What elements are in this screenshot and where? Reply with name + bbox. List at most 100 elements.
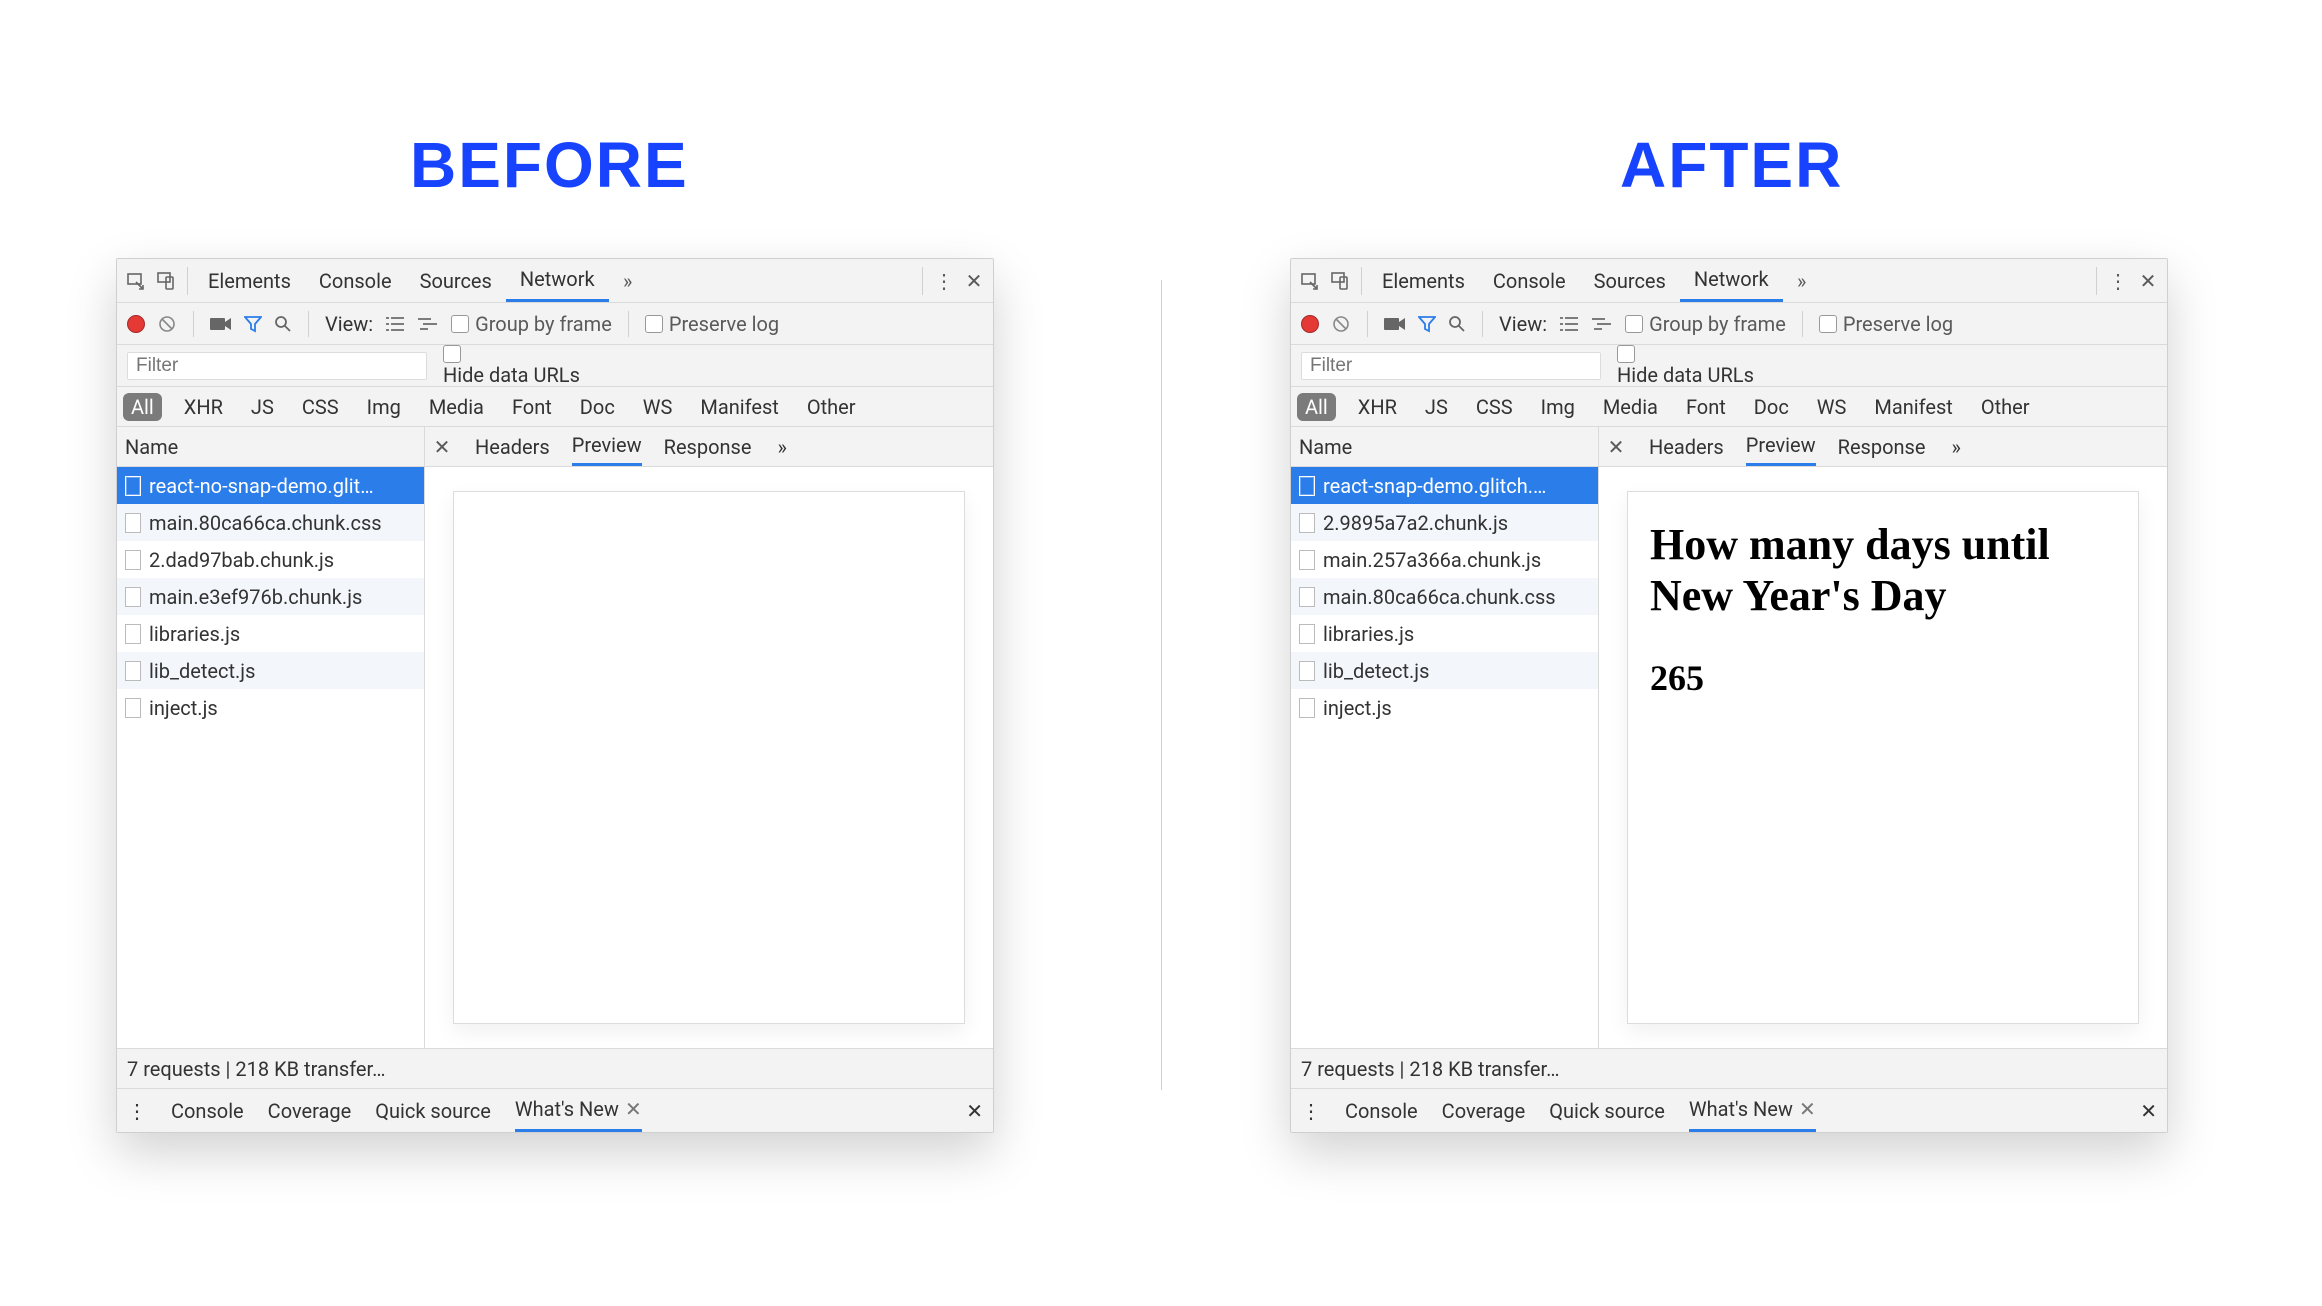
search-icon[interactable] (274, 315, 292, 333)
filter-input[interactable] (127, 352, 427, 380)
chip-other[interactable]: Other (1975, 393, 2036, 421)
group-by-frame-checkbox[interactable]: Group by frame (451, 312, 612, 336)
preserve-log-checkbox[interactable]: Preserve log (645, 312, 779, 336)
request-row[interactable]: react-snap-demo.glitch.… (1291, 467, 1598, 504)
tab-sources[interactable]: Sources (1580, 259, 1680, 302)
detail-tab-headers[interactable]: Headers (475, 427, 550, 466)
inspect-icon[interactable] (121, 266, 151, 296)
request-row[interactable]: libraries.js (117, 615, 424, 652)
tab-network[interactable]: Network (506, 259, 609, 302)
request-row[interactable]: lib_detect.js (1291, 652, 1598, 689)
request-list[interactable]: react-snap-demo.glitch.… 2.9895a7a2.chun… (1291, 467, 1599, 1048)
name-column-header[interactable]: Name (117, 427, 425, 466)
chip-ws[interactable]: WS (637, 393, 679, 421)
request-row[interactable]: main.e3ef976b.chunk.js (117, 578, 424, 615)
chip-css[interactable]: CSS (1470, 393, 1519, 421)
close-devtools-icon[interactable]: ✕ (959, 266, 989, 296)
filter-input[interactable] (1301, 352, 1601, 380)
request-row[interactable]: lib_detect.js (117, 652, 424, 689)
request-row[interactable]: main.257a366a.chunk.js (1291, 541, 1598, 578)
request-row[interactable]: 2.dad97bab.chunk.js (117, 541, 424, 578)
chip-all[interactable]: All (123, 393, 162, 421)
chip-js[interactable]: JS (1419, 393, 1454, 421)
drawer-tab-coverage[interactable]: Coverage (1442, 1089, 1526, 1132)
detail-tabs-overflow-icon[interactable]: » (1952, 435, 1961, 459)
request-row[interactable]: inject.js (1291, 689, 1598, 726)
chip-css[interactable]: CSS (296, 393, 345, 421)
hide-data-urls-checkbox[interactable]: Hide data URLs (443, 345, 580, 387)
detail-tab-response[interactable]: Response (664, 427, 752, 466)
clear-icon[interactable] (1331, 314, 1351, 334)
inspect-icon[interactable] (1295, 266, 1325, 296)
record-button[interactable] (127, 315, 145, 333)
chip-img[interactable]: Img (1535, 393, 1581, 421)
waterfall-icon[interactable] (1591, 316, 1613, 332)
name-column-header[interactable]: Name (1291, 427, 1599, 466)
large-rows-icon[interactable] (1559, 316, 1579, 332)
drawer-menu-icon[interactable]: ⋮ (127, 1099, 147, 1123)
device-toggle-icon[interactable] (1325, 266, 1355, 296)
close-icon[interactable]: ✕ (625, 1097, 642, 1121)
filter-funnel-icon[interactable] (1418, 315, 1436, 333)
filter-funnel-icon[interactable] (244, 315, 262, 333)
request-row[interactable]: 2.9895a7a2.chunk.js (1291, 504, 1598, 541)
tab-elements[interactable]: Elements (1368, 259, 1479, 302)
drawer-tab-console[interactable]: Console (1345, 1089, 1418, 1132)
detail-tab-response[interactable]: Response (1838, 427, 1926, 466)
detail-tab-headers[interactable]: Headers (1649, 427, 1724, 466)
tabs-overflow-icon[interactable]: » (1787, 266, 1817, 296)
drawer-tab-console[interactable]: Console (171, 1089, 244, 1132)
chip-all[interactable]: All (1297, 393, 1336, 421)
detail-tab-preview[interactable]: Preview (1746, 427, 1816, 466)
chip-xhr[interactable]: XHR (178, 393, 229, 421)
drawer-menu-icon[interactable]: ⋮ (1301, 1099, 1321, 1123)
chip-img[interactable]: Img (361, 393, 407, 421)
group-by-frame-checkbox[interactable]: Group by frame (1625, 312, 1786, 336)
chip-font[interactable]: Font (1680, 393, 1732, 421)
chip-manifest[interactable]: Manifest (694, 393, 784, 421)
preserve-log-checkbox[interactable]: Preserve log (1819, 312, 1953, 336)
request-row[interactable]: main.80ca66ca.chunk.css (1291, 578, 1598, 615)
hide-data-urls-checkbox[interactable]: Hide data URLs (1617, 345, 1754, 387)
request-row[interactable]: main.80ca66ca.chunk.css (117, 504, 424, 541)
waterfall-icon[interactable] (417, 316, 439, 332)
drawer-tab-coverage[interactable]: Coverage (268, 1089, 352, 1132)
chip-font[interactable]: Font (506, 393, 558, 421)
close-detail-icon[interactable]: ✕ (1605, 435, 1627, 459)
chip-other[interactable]: Other (801, 393, 862, 421)
request-row[interactable]: libraries.js (1291, 615, 1598, 652)
drawer-tab-quicksource[interactable]: Quick source (375, 1089, 491, 1132)
chip-media[interactable]: Media (423, 393, 490, 421)
record-button[interactable] (1301, 315, 1319, 333)
chip-media[interactable]: Media (1597, 393, 1664, 421)
tab-console[interactable]: Console (305, 259, 406, 302)
request-row[interactable]: inject.js (117, 689, 424, 726)
close-detail-icon[interactable]: ✕ (431, 435, 453, 459)
close-icon[interactable]: ✕ (1799, 1097, 1816, 1121)
drawer-close-icon[interactable]: ✕ (966, 1099, 983, 1123)
drawer-close-icon[interactable]: ✕ (2140, 1099, 2157, 1123)
drawer-tab-quicksource[interactable]: Quick source (1549, 1089, 1665, 1132)
request-row[interactable]: react-no-snap-demo.glit… (117, 467, 424, 504)
chip-ws[interactable]: WS (1811, 393, 1853, 421)
drawer-tab-whatsnew[interactable]: What's New✕ (1689, 1089, 1816, 1132)
search-icon[interactable] (1448, 315, 1466, 333)
detail-tabs-overflow-icon[interactable]: » (778, 435, 787, 459)
large-rows-icon[interactable] (385, 316, 405, 332)
detail-tab-preview[interactable]: Preview (572, 427, 642, 466)
chip-doc[interactable]: Doc (574, 393, 621, 421)
chip-manifest[interactable]: Manifest (1868, 393, 1958, 421)
clear-icon[interactable] (157, 314, 177, 334)
drawer-tab-whatsnew[interactable]: What's New✕ (515, 1089, 642, 1132)
request-list[interactable]: react-no-snap-demo.glit… main.80ca66ca.c… (117, 467, 425, 1048)
chip-js[interactable]: JS (245, 393, 280, 421)
chip-xhr[interactable]: XHR (1352, 393, 1403, 421)
close-devtools-icon[interactable]: ✕ (2133, 266, 2163, 296)
tabs-overflow-icon[interactable]: » (613, 266, 643, 296)
tab-elements[interactable]: Elements (194, 259, 305, 302)
device-toggle-icon[interactable] (151, 266, 181, 296)
camera-icon[interactable] (1384, 316, 1406, 332)
tab-sources[interactable]: Sources (406, 259, 506, 302)
tab-console[interactable]: Console (1479, 259, 1580, 302)
chip-doc[interactable]: Doc (1748, 393, 1795, 421)
